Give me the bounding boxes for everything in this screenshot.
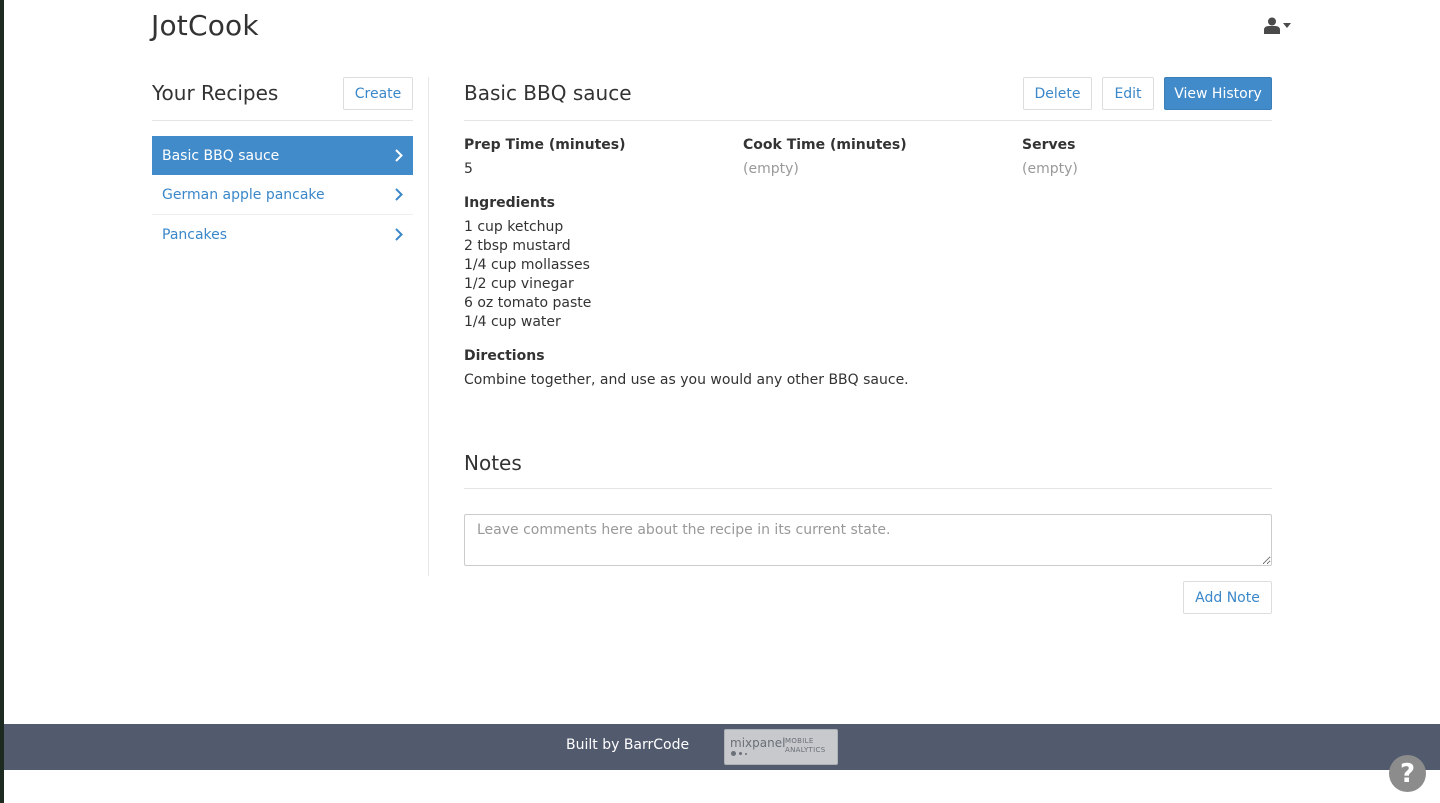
serves-value: (empty) (1022, 161, 1078, 177)
ingredient-item: 2 tbsp mustard (464, 238, 571, 254)
cook-time-label: Cook Time (minutes) (743, 137, 907, 153)
serves-label: Serves (1022, 137, 1076, 153)
ingredient-item: 1/4 cup water (464, 314, 561, 330)
delete-button[interactable]: Delete (1023, 77, 1092, 110)
notes-divider (464, 488, 1272, 489)
prep-time-value: 5 (464, 161, 473, 177)
window-edge (0, 0, 4, 803)
footer: Built by BarrCode mixpanel MOBILE ANALYT… (4, 724, 1440, 770)
recipe-item-label: German apple pancake (162, 186, 325, 203)
mixpanel-wordmark: mixpanel (730, 736, 786, 750)
help-icon[interactable]: ? (1389, 755, 1426, 792)
chevron-right-icon (395, 228, 403, 245)
ingredients-label: Ingredients (464, 195, 555, 211)
add-note-button[interactable]: Add Note (1183, 581, 1272, 614)
edit-button[interactable]: Edit (1102, 77, 1154, 110)
recipe-title: Basic BBQ sauce (464, 81, 632, 105)
recipe-list-item[interactable]: German apple pancake (152, 175, 413, 215)
chevron-right-icon (395, 149, 403, 166)
ingredient-item: 6 oz tomato paste (464, 295, 592, 311)
recipe-item-label: Basic BBQ sauce (162, 147, 280, 164)
recipe-list: Basic BBQ sauce German apple pancake Pan… (152, 136, 413, 255)
user-icon (1264, 17, 1280, 34)
recipe-list-item[interactable]: Basic BBQ sauce (152, 136, 413, 175)
footer-credit[interactable]: Built by BarrCode (566, 737, 689, 753)
mixpanel-badge[interactable]: mixpanel MOBILE ANALYTICS (724, 729, 838, 765)
recipe-sidebar: Your Recipes Create Basic BBQ sauce Germ… (152, 77, 413, 243)
user-menu-toggle[interactable] (1264, 17, 1291, 34)
ingredients-list: 1 cup ketchup 2 tbsp mustard 1/4 cup mol… (464, 218, 591, 332)
recipe-list-item[interactable]: Pancakes (152, 215, 413, 255)
column-divider (428, 77, 429, 576)
ingredient-item: 1/2 cup vinegar (464, 276, 574, 292)
header-divider (464, 120, 1272, 121)
mixpanel-subtitle: MOBILE ANALYTICS (785, 737, 826, 754)
chevron-right-icon (395, 188, 403, 205)
notes-title: Notes (464, 451, 522, 475)
directions-label: Directions (464, 348, 545, 364)
prep-time-label: Prep Time (minutes) (464, 137, 626, 153)
caret-down-icon (1283, 23, 1291, 28)
cook-time-value: (empty) (743, 161, 799, 177)
mixpanel-dots-icon (731, 751, 747, 756)
recipe-item-label: Pancakes (162, 227, 228, 243)
notes-textarea[interactable] (464, 514, 1272, 566)
ingredient-item: 1 cup ketchup (464, 219, 564, 235)
directions-text: Combine together, and use as you would a… (464, 372, 909, 388)
view-history-button[interactable]: View History (1164, 77, 1272, 110)
sidebar-header: Your Recipes Create (152, 77, 413, 121)
sidebar-title: Your Recipes (152, 81, 279, 105)
ingredient-item: 1/4 cup mollasses (464, 257, 590, 273)
app-brand[interactable]: JotCook (151, 9, 259, 42)
create-recipe-button[interactable]: Create (343, 77, 413, 110)
